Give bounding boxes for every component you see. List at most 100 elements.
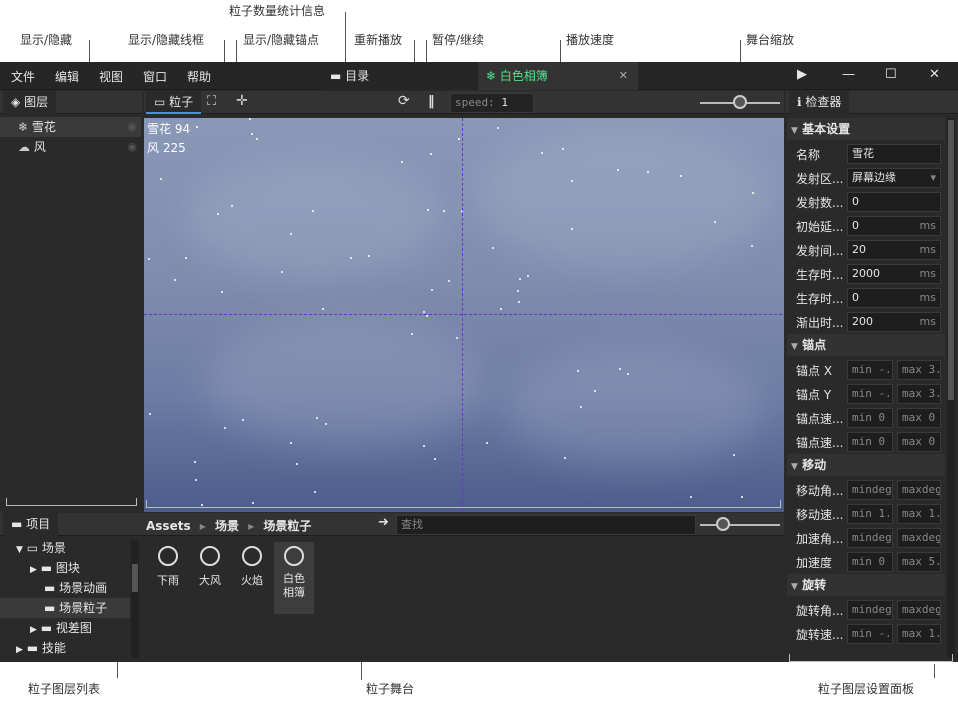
field-label: 移动角... — [796, 484, 844, 498]
wireframe-toggle-icon[interactable]: ⛶ — [207, 94, 216, 109]
asset-item-wind[interactable]: 大风 — [190, 542, 230, 588]
scroll-thumb[interactable] — [132, 564, 138, 592]
snow-particle — [220, 291, 223, 294]
eye-icon[interactable]: ◉ — [127, 137, 137, 157]
scroll-thumb[interactable] — [948, 120, 954, 400]
eye-icon[interactable]: ◉ — [127, 117, 137, 137]
section-basic[interactable]: ▼ 基本设置 — [787, 118, 945, 140]
back-icon[interactable]: ➜ — [378, 515, 389, 530]
asset-item-fire[interactable]: 火焰 — [232, 542, 272, 588]
tree-item-tiles[interactable]: ▶ ▬ 图块 — [30, 558, 80, 578]
particle-count-snow: 雪花 94 — [147, 122, 191, 136]
max-value: maxdeg — [902, 483, 941, 496]
close-tab-icon[interactable]: ✕ — [619, 62, 628, 90]
max-input[interactable]: max 3. — [897, 384, 941, 404]
min-input[interactable]: mindeg — [847, 600, 893, 620]
speed-input[interactable]: speed: 1 — [450, 93, 534, 113]
tree-item-scene[interactable]: ▼ ▭ 场景 — [16, 538, 66, 558]
asset-item-white-album[interactable]: 白色相簿 — [274, 542, 314, 614]
layer-item-snow[interactable]: ❄ 雪花 ◉ — [0, 117, 141, 137]
close-window-button[interactable]: ✕ — [929, 67, 940, 82]
max-input[interactable]: maxdeg — [897, 528, 941, 548]
field-input[interactable]: 0 ms — [847, 288, 941, 308]
min-input[interactable]: min -. — [847, 384, 893, 404]
max-input[interactable]: max 5. — [897, 552, 941, 572]
menu-help[interactable]: 帮助 — [187, 68, 211, 85]
particle-stage[interactable]: 雪花 94 风 225 — [144, 118, 784, 512]
tree-item-label: 场景 — [41, 541, 66, 555]
breadcrumb-scene-particles[interactable]: 场景粒子 — [263, 519, 311, 533]
snow-particle — [194, 479, 197, 482]
play-button[interactable]: ▶ — [797, 67, 807, 82]
inspector-row: 初始延... 0 ms — [787, 214, 945, 238]
tab-inspector-label: 检查器 — [805, 95, 842, 109]
snow-particle — [751, 244, 754, 247]
asset-item-rain[interactable]: 下雨 — [148, 542, 188, 588]
layer-item-wind[interactable]: ☁ 风 ◉ — [0, 137, 141, 157]
max-input[interactable]: max 0 — [897, 408, 941, 428]
menu-view[interactable]: 视图 — [99, 68, 123, 85]
layers-panel-header: ◈ 图层 — [0, 91, 142, 114]
tree-item-parallax[interactable]: ▶ ▬ 视差图 — [30, 618, 92, 638]
min-input[interactable]: min -. — [847, 624, 893, 644]
chevron-right-icon: ▶ — [30, 565, 37, 575]
max-input[interactable]: max 1. — [897, 504, 941, 524]
tree-item-label: 场景粒子 — [59, 601, 108, 615]
tab-particle[interactable]: ▭ 粒子 — [146, 91, 202, 114]
minimize-button[interactable]: — — [842, 67, 855, 82]
inspector-row: 移动角... mindeg maxdeg — [787, 478, 945, 502]
section-title: 基本设置 — [802, 122, 851, 136]
asset-search-input[interactable]: 查找 — [396, 515, 696, 535]
section-anchor[interactable]: ▼ 锚点 — [787, 334, 945, 356]
tree-scrollbar[interactable] — [131, 540, 139, 658]
inspector-scrollbar[interactable] — [947, 118, 955, 658]
menu-file[interactable]: 文件 — [11, 68, 35, 85]
section-move[interactable]: ▼ 移动 — [787, 454, 945, 476]
menu-edit[interactable]: 编辑 — [55, 68, 79, 85]
asset-size-slider-knob[interactable] — [716, 517, 730, 531]
min-input[interactable]: min 0 — [847, 432, 893, 452]
breadcrumb-assets[interactable]: Assets — [146, 519, 191, 533]
snow-particle — [315, 416, 318, 419]
tab-directory[interactable]: ▬ 目录 — [322, 62, 478, 90]
max-input[interactable]: max 1. — [897, 624, 941, 644]
min-input[interactable]: mindeg — [847, 528, 893, 548]
field-input[interactable]: 雪花 — [847, 144, 941, 164]
min-input[interactable]: min 0 — [847, 552, 893, 572]
tree-item-skills[interactable]: ▶ ▬ 技能 — [16, 638, 66, 658]
min-input[interactable]: min 0 — [847, 408, 893, 428]
tree-item-scene-animation[interactable]: ▬ 场景动画 — [44, 578, 107, 598]
replay-icon[interactable]: ⟳ — [398, 93, 410, 109]
tab-layers[interactable]: ◈ 图层 — [3, 91, 57, 114]
field-input[interactable]: 屏幕边缘 ▾ — [847, 168, 941, 188]
max-input[interactable]: max 0 — [897, 432, 941, 452]
breadcrumb-scene[interactable]: 场景 — [215, 519, 239, 533]
menu-window[interactable]: 窗口 — [143, 68, 167, 85]
annotation-particle-stats: 粒子数量统计信息 — [229, 4, 326, 18]
min-input[interactable]: min -. — [847, 360, 893, 380]
folder-icon: ▬ — [26, 641, 39, 655]
tree-item-scene-particles[interactable]: ▬ 场景粒子 — [0, 598, 130, 618]
field-input[interactable]: 20 ms — [847, 240, 941, 260]
section-rotate[interactable]: ▼ 旋转 — [787, 574, 945, 596]
min-input[interactable]: min 1. — [847, 504, 893, 524]
field-input[interactable]: 0 ms — [847, 216, 941, 236]
field-input[interactable]: 2000 ms — [847, 264, 941, 284]
max-input[interactable]: maxdeg — [897, 600, 941, 620]
field-unit: ms — [919, 243, 936, 256]
asset-size-slider-track[interactable] — [700, 524, 780, 526]
zoom-slider-knob[interactable] — [733, 95, 747, 109]
field-input[interactable]: 0 — [847, 192, 941, 212]
tab-project[interactable]: ▬ 项目 — [3, 513, 59, 536]
max-input[interactable]: max 3. — [897, 360, 941, 380]
field-unit: ms — [919, 291, 936, 304]
pause-icon[interactable]: ‖ — [428, 94, 435, 109]
maximize-button[interactable]: ☐ — [885, 67, 897, 82]
max-input[interactable]: maxdeg — [897, 480, 941, 500]
field-label: 旋转速... — [796, 628, 844, 642]
min-input[interactable]: mindeg — [847, 480, 893, 500]
anchor-toggle-icon[interactable]: ✛ — [236, 93, 248, 109]
field-input[interactable]: 200 ms — [847, 312, 941, 332]
tab-inspector[interactable]: ℹ 检查器 — [789, 91, 850, 114]
tab-album[interactable]: ❄ 白色相簿 ✕ — [478, 62, 638, 90]
